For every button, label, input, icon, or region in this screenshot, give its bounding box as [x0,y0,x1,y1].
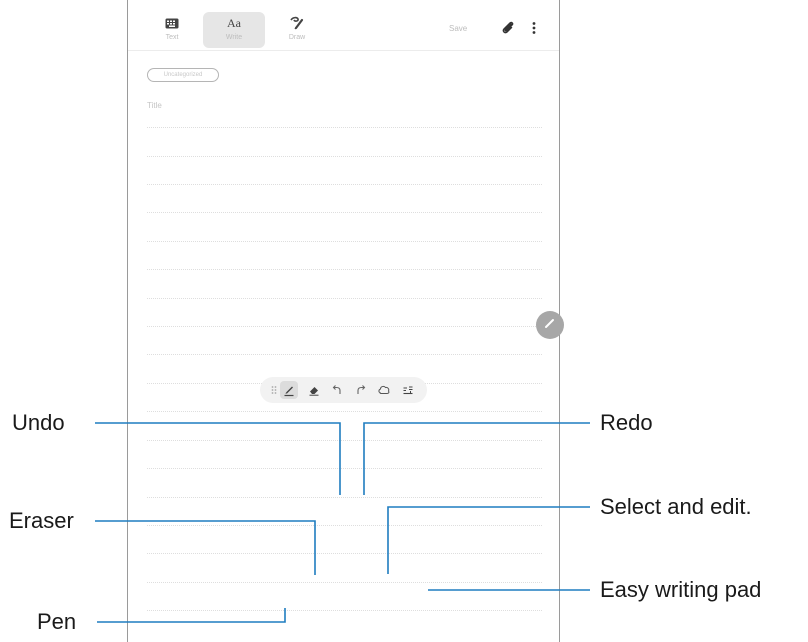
redo-leader-line [363,422,590,495]
easy-writing-pad-callout: Easy writing pad [600,577,762,602]
select-leader-line [387,506,590,574]
select-edit-callout: Select and edit. [600,494,752,519]
pen-callout: Pen [37,609,77,634]
eraser-callout: Eraser [9,508,74,533]
eraser-leader-line [95,520,316,575]
callout-leader-lines [95,422,590,623]
undo-callout: Undo [12,410,65,435]
redo-callout: Redo [600,410,653,435]
pen-leader-line [97,608,286,623]
undo-leader-line [95,422,341,495]
